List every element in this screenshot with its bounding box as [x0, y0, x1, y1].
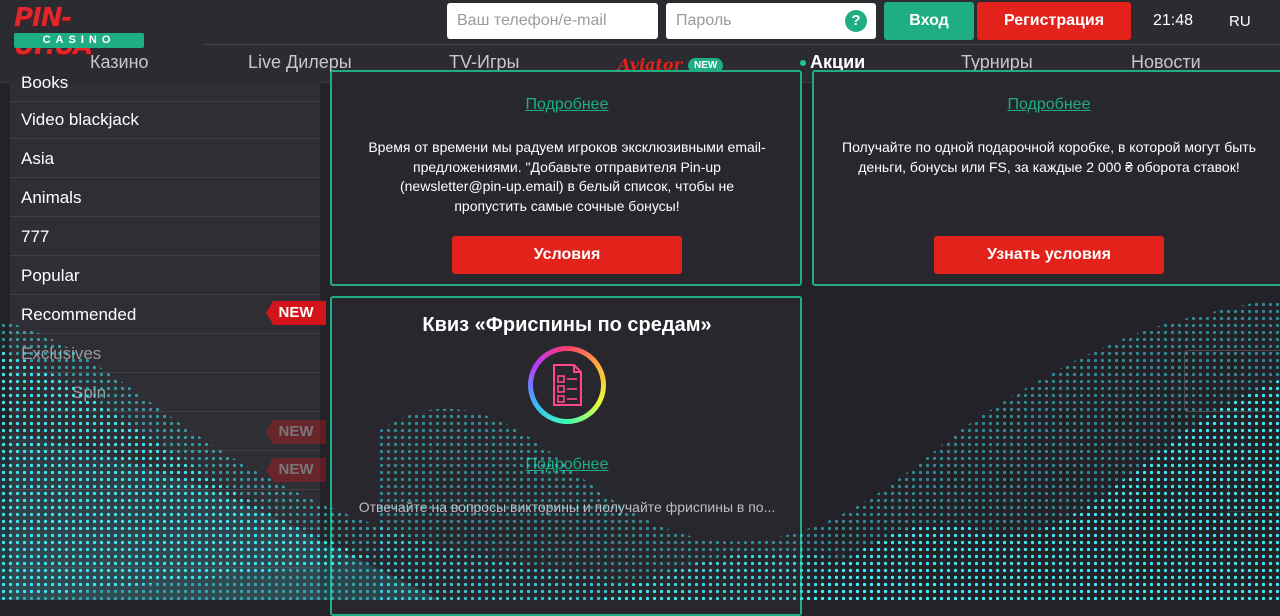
phone-email-input[interactable] [447, 3, 658, 39]
details-link[interactable]: Подробнее [332, 456, 802, 474]
sidebar-item-777[interactable]: 777 [10, 218, 320, 256]
clock: 21:48 [1153, 12, 1194, 29]
new-badge: NEW [266, 301, 326, 325]
promo-card-quiz: Квиз «Фриспины по средам» Подробнее Отве… [330, 296, 802, 616]
sidebar-item-video-blackjack[interactable]: Video blackjack [10, 101, 320, 139]
learn-conditions-button[interactable]: Узнать условия [934, 236, 1164, 274]
promo-description: Время от времени мы радуем игроков экскл… [368, 139, 766, 214]
sidebar-item-exclusives[interactable]: Exclusives [10, 335, 320, 373]
new-badge: NEW [266, 458, 326, 482]
header-divider [205, 44, 1280, 45]
scroll-arrow-button[interactable] [1228, 470, 1280, 512]
login-button[interactable]: Вход [884, 2, 974, 40]
scroll-arrow-button[interactable] [1184, 350, 1280, 412]
active-dot-icon [800, 60, 806, 67]
quiz-checklist-icon [528, 346, 606, 424]
sidebar-item-books[interactable]: Books [10, 64, 320, 102]
language-selector[interactable]: RU [1229, 13, 1251, 30]
promo-card-email: Подробнее Время от времени мы радуем игр… [330, 70, 802, 286]
sidebar-item-asia[interactable]: Asia [10, 140, 320, 178]
promo-title: Квиз «Фриспины по средам» [422, 314, 712, 336]
sidebar-item-popular[interactable]: Popular [10, 257, 320, 295]
category-sidebar: Books Video blackjack Asia Animals 777 P… [10, 73, 320, 600]
sidebar-item-animals[interactable]: Animals [10, 179, 320, 217]
logo-subtitle: CASINO [14, 33, 144, 48]
conditions-button[interactable]: Условия [452, 236, 682, 274]
nav-promotions-label: Акции [810, 52, 866, 72]
promo-description: Получайте по одной подарочной коробке, в… [842, 139, 1256, 175]
sidebar-item-blank[interactable] [10, 530, 320, 568]
new-badge: NEW [266, 420, 326, 444]
details-link[interactable]: Подробнее [332, 96, 802, 114]
details-link[interactable]: Подробнее [814, 96, 1280, 114]
help-icon[interactable]: ? [845, 10, 867, 32]
promo-description: Отвечайте на вопросы викторины и получай… [358, 499, 776, 515]
logo[interactable]: PIN-UP.UA CASINO [14, 4, 146, 60]
promo-card-gift-box: Подробнее Получайте по одной подарочной … [812, 70, 1280, 286]
sidebar-item-spin[interactable]: Spin [10, 374, 320, 412]
sidebar-item-blank[interactable] [10, 491, 320, 529]
register-button[interactable]: Регистрация [977, 2, 1131, 40]
